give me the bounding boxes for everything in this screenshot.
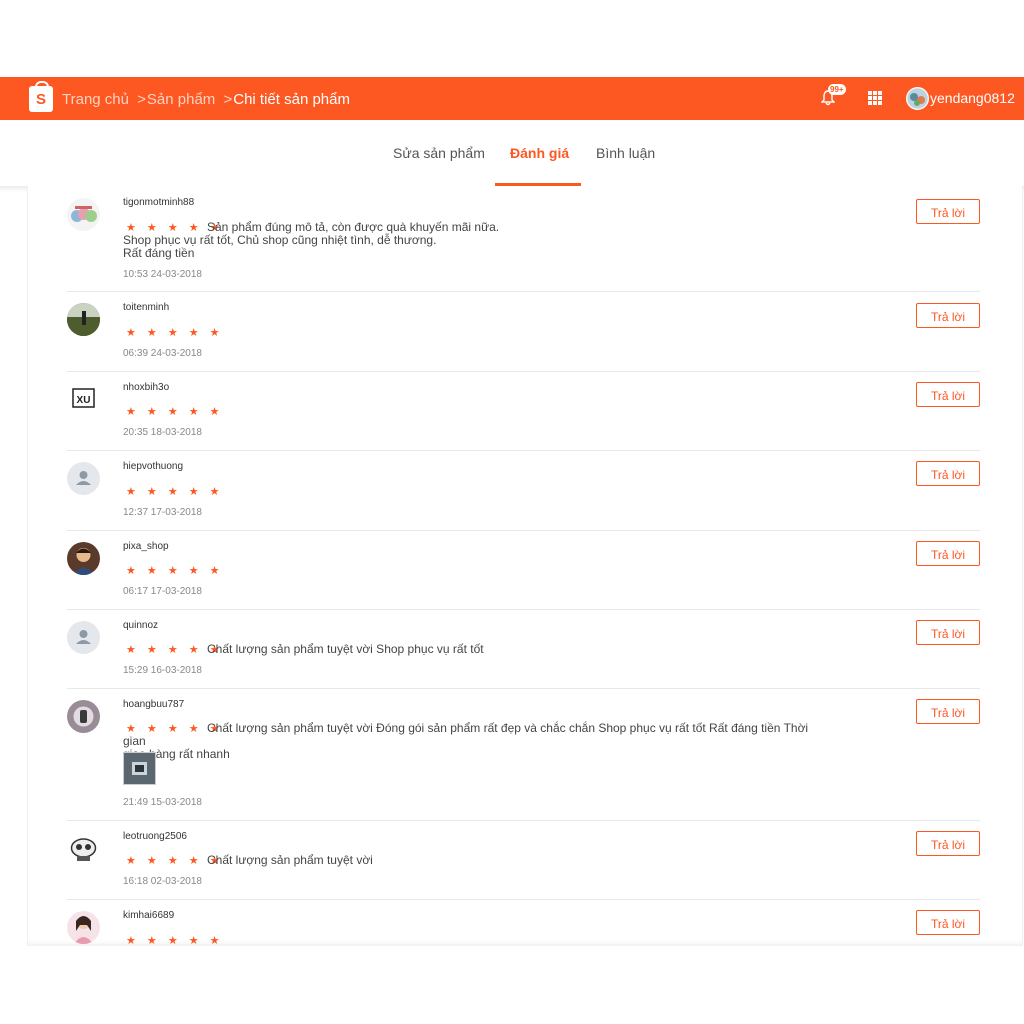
review-item: XU nhoxbih3o ★ ★ ★ ★ ★ 20:35 18-03-2018 … [67, 371, 980, 451]
svg-text:XU: XU [77, 395, 91, 406]
review-item: tigonmotminh88 ★ ★ ★ ★ ★ Sản phẩm đúng m… [67, 186, 980, 292]
reviewer-username[interactable]: pixa_shop [123, 541, 169, 552]
rating-stars: ★ ★ ★ ★ ★ [126, 406, 224, 418]
review-comment: Chất lượng sản phẩm tuyệt vời Đóng gói s… [123, 721, 809, 761]
reviewer-username[interactable]: kimhai6689 [123, 910, 174, 921]
breadcrumb-separator: > [223, 91, 233, 108]
reviewer-avatar: XU [67, 383, 100, 416]
review-timestamp: 12:37 17-03-2018 [123, 507, 202, 518]
review-item: hoangbuu787 ★ ★ ★ ★ ★ Chất lượng sản phẩ… [67, 688, 980, 821]
reply-button[interactable]: Trả lời [916, 831, 980, 856]
review-photo[interactable] [123, 752, 156, 785]
review-timestamp: 10:53 24-03-2018 [123, 269, 202, 280]
review-item: kimhai6689 ★ ★ ★ ★ ★ Trả lời [67, 899, 980, 946]
review-item: hiepvothuong ★ ★ ★ ★ ★ 12:37 17-03-2018 … [67, 450, 980, 531]
apps-grid-icon[interactable] [868, 91, 882, 105]
review-comment: Chất lượng sản phẩm tuyệt vời Shop phục … [207, 642, 484, 656]
reviewer-avatar [67, 911, 100, 944]
reviewer-avatar [67, 542, 100, 575]
reviewer-avatar [67, 700, 100, 733]
review-timestamp: 16:18 02-03-2018 [123, 876, 202, 887]
reviewer-username[interactable]: leotruong2506 [123, 831, 187, 842]
reply-button[interactable]: Trả lời [916, 199, 980, 224]
default-user-icon [67, 462, 100, 495]
review-timestamp: 06:17 17-03-2018 [123, 586, 202, 597]
review-timestamp: 20:35 18-03-2018 [123, 427, 202, 438]
reviewer-username[interactable]: toitenminh [123, 302, 169, 313]
reviewer-username[interactable]: hiepvothuong [123, 461, 183, 472]
reply-button[interactable]: Trả lời [916, 461, 980, 486]
reviewer-username[interactable]: hoangbuu787 [123, 699, 184, 710]
review-item: quinnoz ★ ★ ★ ★ ★ Chất lượng sản phẩm tu… [67, 609, 980, 689]
reviewer-avatar [67, 832, 100, 865]
breadcrumb-products-link[interactable]: Sản phẩm [147, 91, 215, 108]
shopee-logo-icon[interactable]: S [29, 81, 53, 112]
reply-button[interactable]: Trả lời [916, 541, 980, 566]
reply-button[interactable]: Trả lời [916, 620, 980, 645]
breadcrumb-separator: > [137, 91, 146, 108]
account-username[interactable]: yendang0812 [930, 89, 1015, 107]
breadcrumb: Trang chủ >Sản phẩm >Chi tiết sản phẩm [62, 89, 350, 111]
review-item: pixa_shop ★ ★ ★ ★ ★ 06:17 17-03-2018 Trả… [67, 530, 980, 610]
default-user-icon [67, 621, 100, 654]
reply-button[interactable]: Trả lời [916, 910, 980, 935]
reviews-list: tigonmotminh88 ★ ★ ★ ★ ★ Sản phẩm đúng m… [27, 186, 1023, 946]
tab-comments[interactable]: Bình luận [596, 143, 655, 163]
reply-button[interactable]: Trả lời [916, 382, 980, 407]
review-timestamp: 06:39 24-03-2018 [123, 348, 202, 359]
rating-stars: ★ ★ ★ ★ ★ [126, 486, 224, 498]
user-avatar[interactable] [906, 87, 929, 110]
reviewer-username[interactable]: nhoxbih3o [123, 382, 169, 393]
breadcrumb-home-link[interactable]: Trang chủ [62, 91, 129, 108]
rating-stars: ★ ★ ★ ★ ★ [126, 565, 224, 577]
notification-count-badge: 99+ [828, 84, 846, 95]
review-item: leotruong2506 ★ ★ ★ ★ ★ Chất lượng sản p… [67, 820, 980, 900]
review-timestamp: 15:29 16-03-2018 [123, 665, 202, 676]
reviewer-avatar [67, 198, 100, 231]
tab-edit-product[interactable]: Sửa sản phẩm [393, 143, 485, 163]
reviewer-username[interactable]: quinnoz [123, 620, 158, 631]
reviewer-username[interactable]: tigonmotminh88 [123, 197, 194, 208]
reply-button[interactable]: Trả lời [916, 303, 980, 328]
tab-reviews[interactable]: Đánh giá [510, 143, 569, 163]
product-tabs: Sửa sản phẩm Đánh giá Bình luận [0, 120, 1024, 186]
review-item: toitenminh ★ ★ ★ ★ ★ 06:39 24-03-2018 Tr… [67, 291, 980, 372]
rating-stars: ★ ★ ★ ★ ★ [126, 327, 224, 339]
reply-button[interactable]: Trả lời [916, 699, 980, 724]
review-comment: Sản phẩm đúng mô tả, còn được quà khuyến… [123, 220, 500, 260]
rating-stars: ★ ★ ★ ★ ★ [126, 935, 224, 946]
review-comment: Chất lượng sản phẩm tuyệt vời [207, 853, 373, 867]
breadcrumb-current: Chi tiết sản phẩm [233, 91, 350, 108]
review-timestamp: 21:49 15-03-2018 [123, 797, 202, 808]
reviewer-avatar [67, 303, 100, 336]
